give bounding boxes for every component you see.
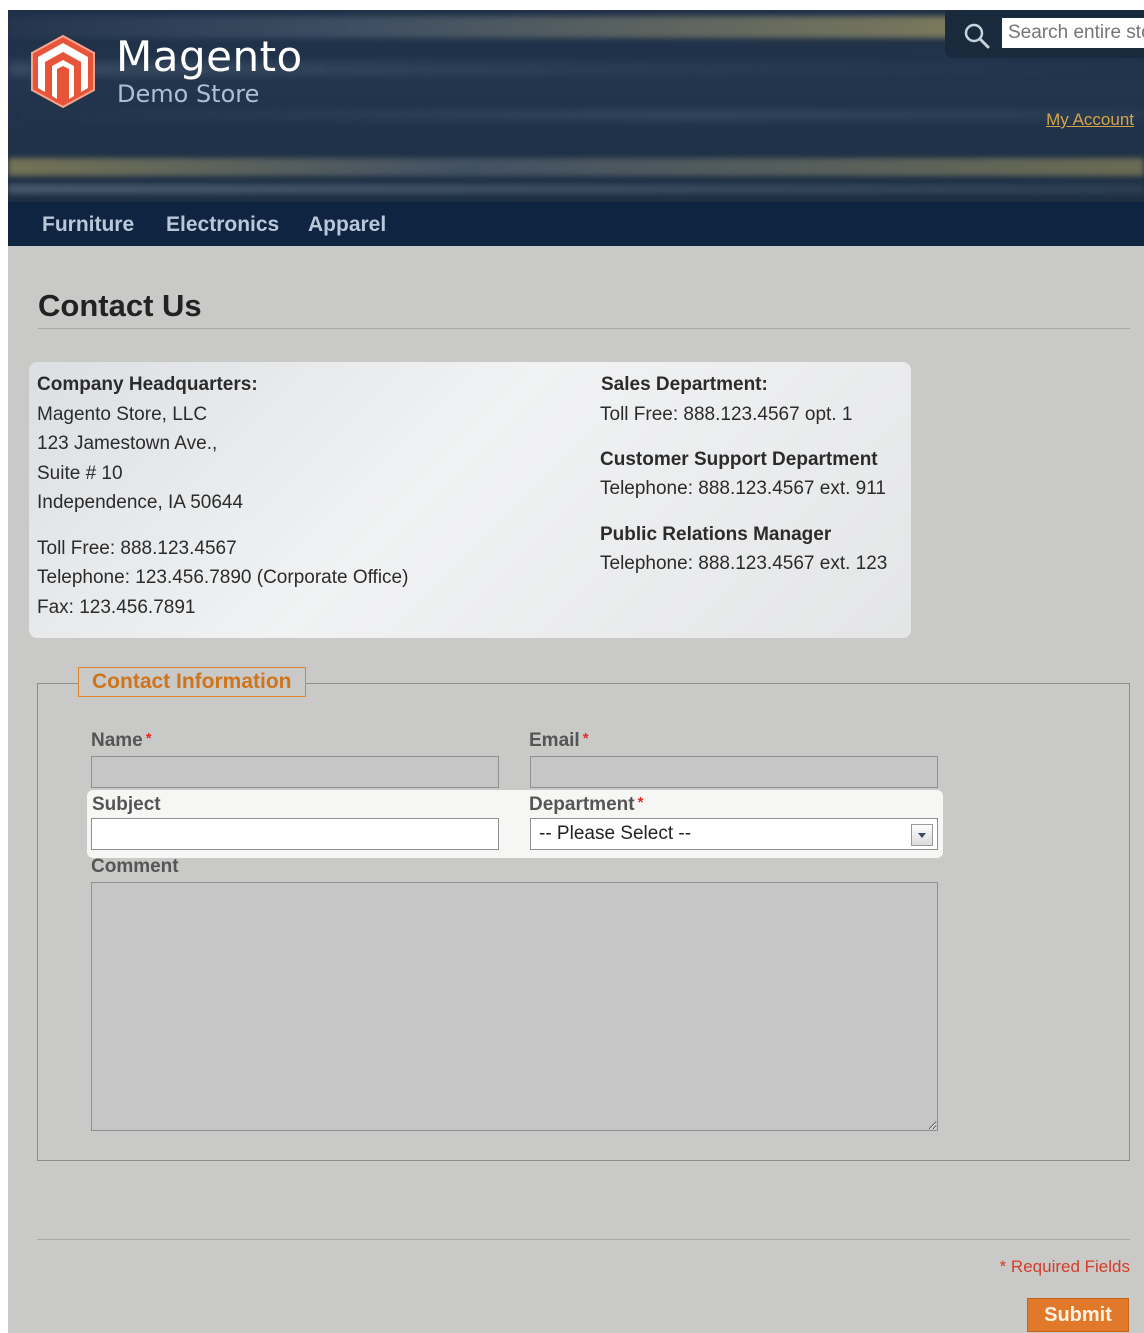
email-label: Email * xyxy=(529,730,589,752)
phone-line: Toll Free: 888.123.4567 xyxy=(37,538,237,559)
page: Magento Demo Store My Account Furniture … xyxy=(8,10,1144,1333)
phone-line: Telephone: 123.456.7890 (Corporate Offic… xyxy=(37,567,409,588)
email-label-text: Email xyxy=(529,730,580,751)
nav-item-electronics[interactable]: Electronics xyxy=(166,213,279,237)
name-label: Name * xyxy=(91,730,152,752)
title-divider xyxy=(38,328,1130,329)
header-streak xyxy=(8,158,1144,176)
department-label-text: Department xyxy=(529,794,635,815)
required-marker: * xyxy=(582,730,589,747)
nav-item-apparel[interactable]: Apparel xyxy=(308,213,386,237)
hq-line: Independence, IA 50644 xyxy=(37,492,244,513)
header: Magento Demo Store My Account xyxy=(8,10,1144,202)
main-nav: Furniture Electronics Apparel xyxy=(8,202,1144,246)
comment-textarea[interactable] xyxy=(91,882,938,1131)
support-line: Telephone: 888.123.4567 ext. 911 xyxy=(600,478,886,499)
logo-subtitle[interactable]: Demo Store xyxy=(117,80,259,108)
comment-label: Comment xyxy=(91,856,179,878)
department-selected-value: -- Please Select -- xyxy=(539,823,692,844)
subject-label-text: Subject xyxy=(92,794,161,815)
sales-line: Toll Free: 888.123.4567 opt. 1 xyxy=(600,404,853,425)
name-input[interactable] xyxy=(91,756,499,788)
pr-line: Telephone: 888.123.4567 ext. 123 xyxy=(600,553,888,574)
nav-item-furniture[interactable]: Furniture xyxy=(42,213,134,237)
subject-label: Subject xyxy=(92,794,161,816)
fieldset-legend: Contact Information xyxy=(78,667,306,697)
required-marker: * xyxy=(637,794,644,811)
magento-logo-icon[interactable] xyxy=(30,34,96,108)
department-select[interactable]: -- Please Select -- xyxy=(530,818,938,850)
name-label-text: Name xyxy=(91,730,143,751)
subject-input[interactable] xyxy=(91,818,499,850)
search-input[interactable] xyxy=(1002,18,1144,48)
support-heading: Customer Support Department xyxy=(600,449,878,470)
submit-button[interactable]: Submit xyxy=(1027,1298,1129,1332)
hq-line: Magento Store, LLC xyxy=(37,404,208,425)
page-title: Contact Us xyxy=(38,288,202,323)
header-streak xyxy=(8,184,1144,194)
comment-label-text: Comment xyxy=(91,856,179,877)
phone-line: Fax: 123.456.7891 xyxy=(37,597,196,618)
department-label: Department * xyxy=(529,794,643,816)
hq-line: 123 Jamestown Ave., xyxy=(37,433,218,454)
header-streak xyxy=(8,110,1144,120)
email-input[interactable] xyxy=(530,756,938,788)
search-icon[interactable] xyxy=(961,20,993,52)
pr-heading: Public Relations Manager xyxy=(600,524,832,545)
hq-heading: Company Headquarters: xyxy=(37,374,258,395)
required-fields-note: * Required Fields xyxy=(999,1257,1130,1276)
required-marker: * xyxy=(145,730,152,747)
form-bottom-divider xyxy=(37,1239,1130,1240)
sales-heading: Sales Department: xyxy=(601,374,768,395)
chevron-down-icon[interactable] xyxy=(911,824,933,846)
my-account-link[interactable]: My Account xyxy=(1046,110,1134,130)
logo-title[interactable]: Magento xyxy=(116,32,303,81)
hq-line: Suite # 10 xyxy=(37,463,123,484)
